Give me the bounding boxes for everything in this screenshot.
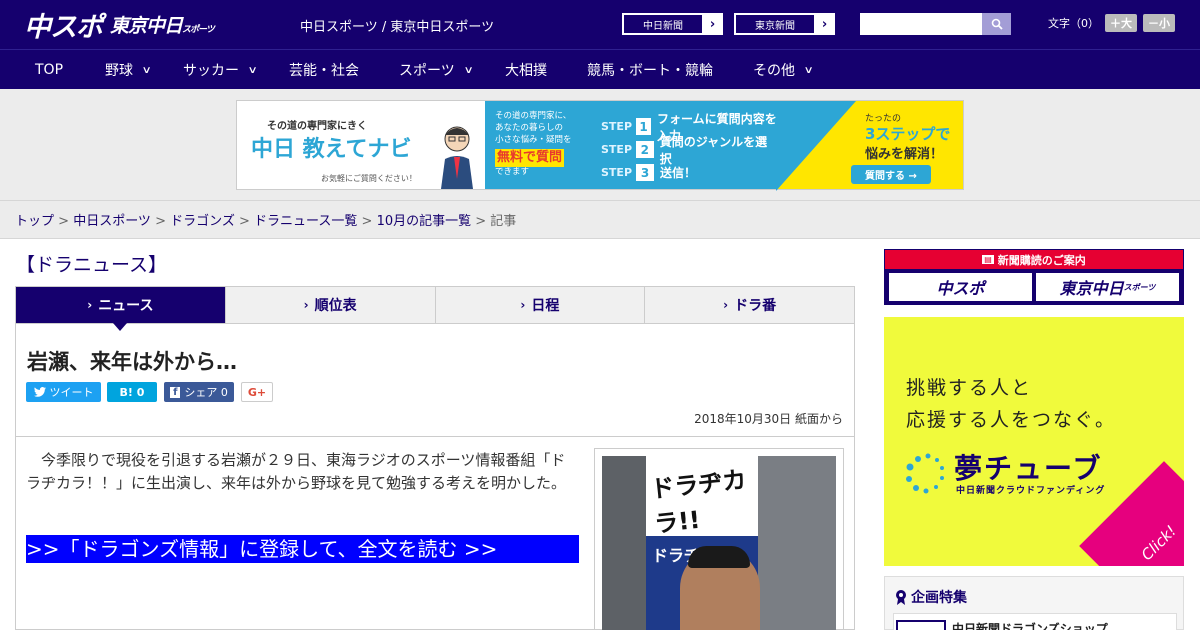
- chunichi-shimbun-link[interactable]: 中日新聞 ›: [622, 13, 723, 35]
- banner-cta-panel: たったの 3ステップで 悩みを解消！ 質問する →: [776, 101, 963, 191]
- breadcrumb-link-october[interactable]: 10月の記事一覧: [377, 214, 472, 229]
- chevron-right-icon: ›: [723, 298, 729, 312]
- feature-thumbnail: [896, 620, 946, 630]
- yume-tube-ad[interactable]: 挑戦する人と 応援する人をつなぐ。 夢チューブ 中日新聞クラウドファンディング …: [884, 317, 1184, 566]
- nav-item-baseball[interactable]: 野球 ∨: [105, 50, 152, 90]
- global-nav: TOP 野球 ∨ サッカー ∨ 芸能・社会 スポーツ ∨ 大相撲 競馬・ボート・競輪 …: [0, 49, 1200, 89]
- tweet-button[interactable]: ツイート: [26, 382, 101, 402]
- oshiete-navi-banner[interactable]: その道の専門家にきく 中日 教えてナビ お気軽にご質問ください！ その道の専門家…: [236, 100, 964, 191]
- breadcrumb-link-dra-news[interactable]: ドラニュース一覧: [254, 214, 357, 229]
- search-icon: [991, 18, 1003, 30]
- nav-item-sports[interactable]: スポーツ ∨: [399, 50, 474, 90]
- photo-board-text: ドラヂカラ!!: [649, 465, 748, 539]
- banner-ask-button[interactable]: 質問する →: [851, 165, 931, 184]
- subscribe-chuspo-button[interactable]: 中スポ: [889, 273, 1032, 301]
- subscription-heading: ▤ 新聞購読のご案内: [885, 250, 1183, 269]
- ribbon-icon: [896, 590, 906, 605]
- breadcrumb-link-chunichi-sports[interactable]: 中日スポーツ: [73, 214, 151, 229]
- search-input[interactable]: [860, 13, 982, 35]
- section-tabs: › ニュース › 順位表 › 日程 › ドラ番: [15, 286, 855, 331]
- chevron-down-icon: ∨: [247, 64, 258, 76]
- breadcrumb: トップ > 中日スポーツ > ドラゴンズ > ドラニュース一覧 > 10月の記事…: [15, 214, 517, 229]
- google-plus-button[interactable]: G+: [241, 382, 273, 402]
- article-headline: 岩瀬、来年は外から…: [27, 350, 237, 374]
- chevron-right-icon: ›: [303, 298, 309, 312]
- chevron-right-icon: ›: [821, 16, 828, 32]
- twitter-bird-icon: [33, 387, 46, 397]
- read-full-article-link[interactable]: >>「ドラゴンズ情報」に登録して、全文を読む >>: [26, 535, 579, 563]
- banner-brand-panel: その道の専門家にきく 中日 教えてナビ お気軽にご質問ください！: [237, 101, 485, 189]
- font-size-label: 文字（0）: [1048, 17, 1099, 30]
- nav-item-entertainment[interactable]: 芸能・社会: [289, 50, 359, 90]
- nav-item-soccer[interactable]: サッカー ∨: [183, 50, 258, 90]
- site-header: 中スポ 東京中日スポーツ 中日スポーツ / 東京中日スポーツ 中日新聞 › 東京…: [0, 0, 1200, 49]
- expert-illustration-icon: [441, 126, 473, 189]
- nav-item-racing[interactable]: 競馬・ボート・競輪: [587, 50, 713, 90]
- search-button[interactable]: [982, 13, 1011, 35]
- subscribe-tokyo-chunichi-button[interactable]: 東京中日 スポーツ: [1036, 273, 1179, 301]
- feature-item[interactable]: 中日新聞ドラゴンズショップ: [893, 613, 1177, 630]
- nav-item-top[interactable]: TOP: [35, 50, 63, 90]
- tab-news[interactable]: › ニュース: [16, 287, 226, 331]
- font-decrease-button[interactable]: －小: [1143, 14, 1175, 32]
- subscription-box: ▤ 新聞購読のご案内 中スポ 東京中日 スポーツ: [884, 249, 1184, 305]
- chevron-right-icon: ›: [709, 16, 716, 32]
- section-title: 【ドラニュース】: [16, 254, 168, 276]
- facebook-share-button[interactable]: f シェア 0: [164, 382, 234, 402]
- chevron-right-icon: ›: [520, 298, 526, 312]
- site-logo[interactable]: 中スポ 東京中日スポーツ: [24, 8, 215, 43]
- font-size-control: 文字（0） ＋大 －小: [1048, 14, 1175, 32]
- nav-item-sumo[interactable]: 大相撲: [505, 50, 547, 90]
- tokyo-shimbun-link[interactable]: 東京新聞 ›: [734, 13, 835, 35]
- banner-steps-panel: STEP 1 フォームに質問内容を入力 STEP 2 質問のジャンルを選択 STEP 3 送…: [597, 101, 777, 189]
- feature-heading: 企画特集: [895, 587, 967, 607]
- search-box: [860, 13, 1011, 35]
- font-increase-button[interactable]: ＋大: [1105, 14, 1137, 32]
- chevron-down-icon: ∨: [803, 64, 814, 76]
- feature-section: 企画特集 中日新聞ドラゴンズショップ: [884, 576, 1184, 630]
- facebook-icon: f: [170, 386, 181, 398]
- hatena-bookmark-button[interactable]: B! 0: [107, 382, 157, 402]
- chevron-right-icon: ›: [87, 298, 93, 312]
- site-title: 中日スポーツ / 東京中日スポーツ: [300, 20, 495, 35]
- chevron-down-icon: ∨: [463, 64, 474, 76]
- breadcrumb-link-top[interactable]: トップ: [15, 214, 54, 229]
- chevron-down-icon: ∨: [141, 64, 152, 76]
- banner-desc-panel: その道の専門家に、 あなたの暮らしの 小さな悩み・疑問を 無料で質問 できます: [485, 101, 597, 189]
- article-body: 今季限りで現役を引退する岩瀬が２９日、東海ラジオのスポーツ情報番組「ドラヂカラ！…: [26, 451, 567, 492]
- tab-draban[interactable]: › ドラ番: [645, 287, 854, 323]
- banner-step-2: STEP 2 質問のジャンルを選択: [601, 134, 768, 166]
- breadcrumb-link-dragons[interactable]: ドラゴンズ: [170, 214, 235, 229]
- article-date: 2018年10月30日 紙面から: [694, 412, 843, 426]
- breadcrumb-current: 記事: [490, 214, 517, 229]
- yume-tube-logo-icon: [906, 453, 944, 494]
- tab-standings[interactable]: › 順位表: [225, 287, 436, 323]
- logo-tokyo-chunichi[interactable]: 東京中日スポーツ: [110, 11, 215, 38]
- newspaper-icon: ▤: [982, 255, 994, 264]
- tab-schedule[interactable]: › 日程: [435, 287, 646, 323]
- logo-chuspo[interactable]: 中スポ: [24, 5, 103, 44]
- nav-item-other[interactable]: その他 ∨: [753, 50, 814, 90]
- article-photo[interactable]: ドラヂカラ!! ドラヂカ: [602, 456, 836, 630]
